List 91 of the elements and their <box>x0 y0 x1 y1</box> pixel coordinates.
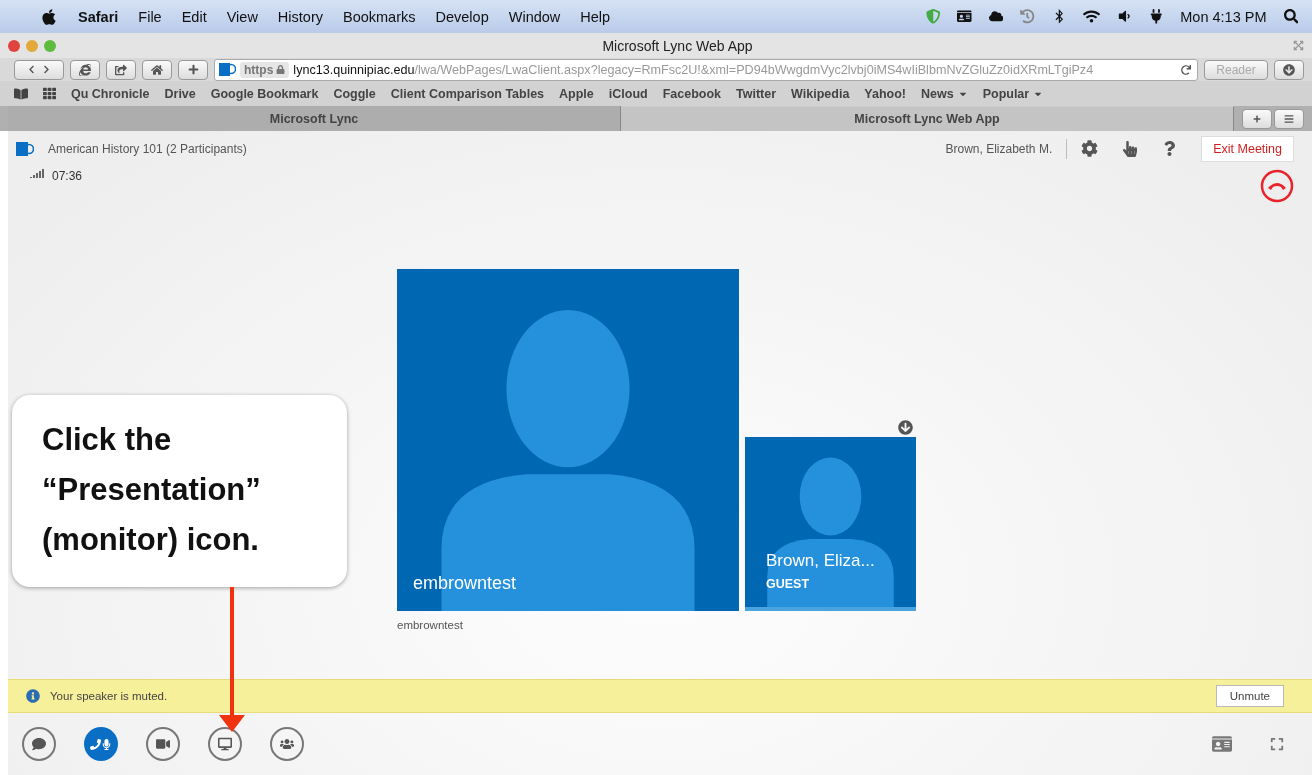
video-camera-icon <box>156 737 170 751</box>
add-button[interactable] <box>178 59 208 80</box>
plus-icon <box>1253 114 1261 123</box>
settings-icon[interactable] <box>1081 140 1099 157</box>
monitor-icon <box>218 737 232 751</box>
user-name: Brown, Elizabeth M. <box>945 141 1053 156</box>
menu-item[interactable]: Bookmarks <box>343 8 416 25</box>
lync-logo-icon <box>16 140 34 157</box>
bookmark-link[interactable]: Drive <box>164 86 196 101</box>
bookmark-link[interactable]: Wikipedia <box>791 86 850 101</box>
bookmark-link[interactable]: iCloud <box>608 86 648 101</box>
url-text: lync13.quinnipiac.edu/lwa/WebPages/LwaClient.aspx?legacy=RmFsc2U!&xml=PD94bWwgdmVyc2lvbj0iMS4wIiBlbmNvZGluZz0idXRmLTgiPz4 <box>293 62 1095 77</box>
browser-tab[interactable]: Microsoft Lync Web App <box>621 106 1234 131</box>
bookmark-link[interactable]: Facebook <box>662 86 722 101</box>
forward-icon <box>42 65 51 74</box>
bookmark-link[interactable]: Qu Chronicle <box>71 86 150 101</box>
content-view-icon[interactable] <box>1212 734 1232 754</box>
people-icon <box>280 737 294 751</box>
tab-view-icon <box>1284 113 1294 124</box>
downloads-button[interactable] <box>1274 59 1304 80</box>
fullscreen-icon <box>1293 40 1304 51</box>
call-duration: 07:36 <box>52 169 83 183</box>
menu-item[interactable]: Help <box>580 8 611 25</box>
video-button[interactable] <box>146 727 180 761</box>
download-icon <box>1283 63 1295 76</box>
callout-text: Click the “Presentation” (monitor) icon. <box>42 421 262 559</box>
back-icon <box>27 65 36 74</box>
signal-icon <box>30 169 44 178</box>
audio-button[interactable] <box>84 727 118 761</box>
download-icon[interactable] <box>898 420 913 435</box>
bookmark-link[interactable]: Coggle <box>333 86 376 101</box>
reload-icon <box>1181 64 1191 75</box>
address-field[interactable]: https lync13.quinnipiac.edu/lwa/WebPages/LwaClient.aspx?legacy=RmFsc2U!&xml=PD94bWwgdmVyc2lvbj0iMS4wIiBlbmNvZGluZz0idXRmLTgiPz4 <box>214 58 1198 81</box>
bookmark-link[interactable]: News <box>921 86 968 101</box>
ie-button[interactable] <box>70 59 100 80</box>
search-icon <box>1283 9 1298 24</box>
menu-item[interactable]: Edit <box>181 8 207 25</box>
exit-meeting-button[interactable]: Exit Meeting <box>1201 135 1294 162</box>
menu-item[interactable]: File <box>138 8 162 25</box>
chat-icon <box>32 737 46 751</box>
participant-tile[interactable]: Brown, Eliza... GUEST <box>745 437 916 611</box>
participants-button[interactable] <box>270 727 304 761</box>
info-icon <box>26 689 40 703</box>
menu-item[interactable]: History <box>277 8 323 25</box>
home-icon <box>151 63 163 76</box>
time-machine-icon <box>1020 9 1035 24</box>
wifi-icon <box>1083 8 1101 25</box>
bookmark-link[interactable]: Apple <box>559 86 594 101</box>
new-tab-button[interactable] <box>1242 108 1272 129</box>
participant-tile[interactable]: embrowntest <box>397 269 739 611</box>
shield-icon <box>925 9 941 24</box>
home-button[interactable] <box>142 59 172 80</box>
back-forward-button[interactable] <box>14 59 64 80</box>
https-badge: https <box>240 61 290 78</box>
menubar-clock: Mon 4:13 PM <box>1180 8 1267 25</box>
fullscreen-icon[interactable] <box>1270 737 1284 751</box>
browser-e-icon <box>79 63 91 76</box>
bookmark-link[interactable]: Google Bookmark <box>210 86 319 101</box>
apple-icon[interactable] <box>40 7 58 26</box>
hand-pointer-icon[interactable] <box>1122 140 1139 157</box>
unmute-button[interactable]: Unmute <box>1215 685 1284 707</box>
share-icon <box>115 63 127 76</box>
share-button[interactable] <box>106 59 136 80</box>
participant-name: embrowntest <box>413 573 517 594</box>
participant-caption: embrowntest <box>397 619 464 631</box>
top-sites-icon <box>43 87 56 100</box>
window-title: Microsoft Lync Web App <box>602 37 753 54</box>
reading-list-icon <box>14 86 28 101</box>
help-icon[interactable] <box>1162 141 1178 156</box>
bookmark-link[interactable]: Popular <box>982 86 1044 101</box>
cloud-icon <box>988 9 1004 24</box>
phone-icon <box>90 738 101 750</box>
bookmark-link[interactable]: Twitter <box>736 86 777 101</box>
chat-button[interactable] <box>22 727 56 761</box>
lync-logo-icon <box>219 62 236 77</box>
microphone-icon <box>101 738 112 750</box>
bookmark-link[interactable]: Client Comparison Tables <box>390 86 545 101</box>
plus-icon <box>187 64 199 75</box>
hang-up-button[interactable] <box>1260 169 1294 203</box>
menu-item[interactable]: Safari <box>78 8 119 25</box>
menu-item[interactable]: Window <box>508 8 561 25</box>
notification-text: Your speaker is muted. <box>50 690 169 702</box>
meeting-title: American History 101 (2 Participants) <box>48 141 247 156</box>
bookmark-link[interactable]: Yahoo! <box>864 86 906 101</box>
menu-item[interactable]: View <box>226 8 258 25</box>
close-button[interactable] <box>8 39 20 52</box>
tab-view-button[interactable] <box>1274 108 1304 129</box>
menu-item[interactable]: Develop <box>435 8 489 25</box>
participant-name: Brown, Eliza... <box>766 551 875 571</box>
volume-icon <box>1117 9 1132 24</box>
participant-role: GUEST <box>766 577 810 591</box>
